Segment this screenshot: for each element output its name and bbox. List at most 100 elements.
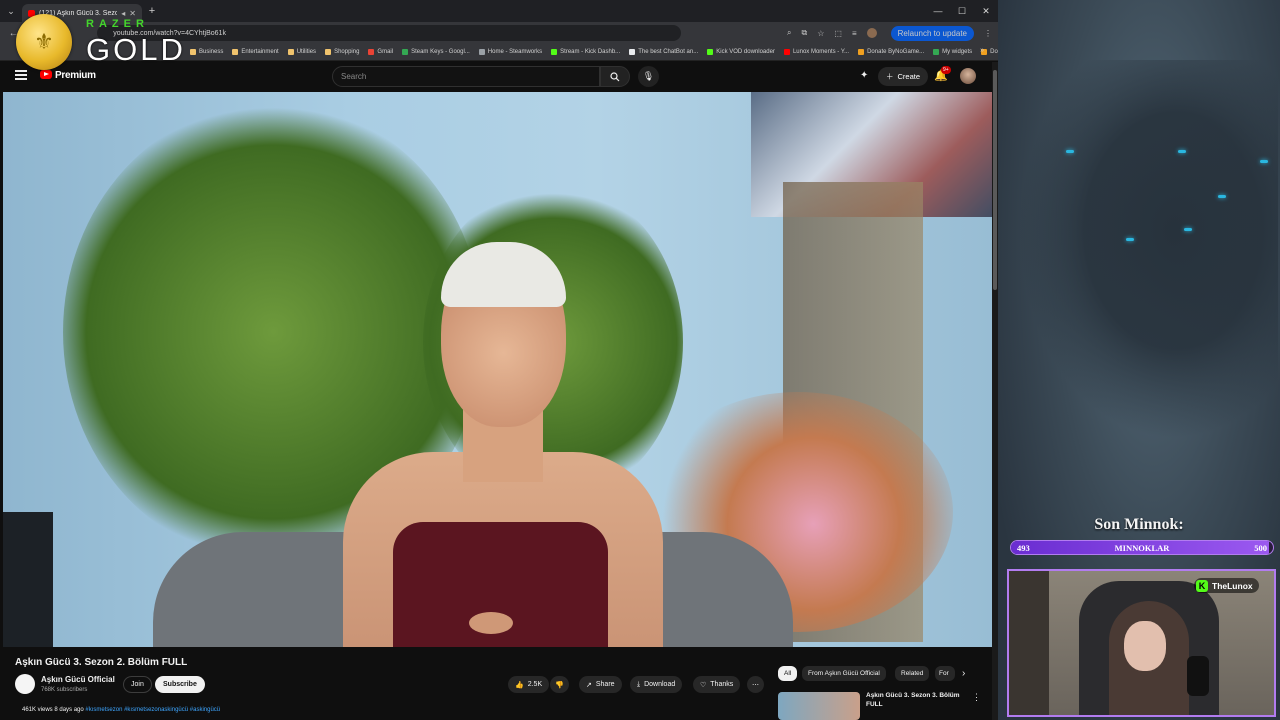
account-avatar[interactable] xyxy=(960,68,976,84)
search-icon xyxy=(610,71,620,81)
bookmark-favicon-icon xyxy=(933,49,940,55)
bookmark-favicon-icon xyxy=(287,49,294,55)
chevron-right-icon[interactable]: › xyxy=(962,668,965,679)
kick-username: TheLunox xyxy=(1212,580,1253,591)
bookmark-item[interactable]: Shopping xyxy=(325,49,359,55)
goal-progress-bar: 493 MINNOKLAR 500 xyxy=(1010,540,1274,555)
bookmark-favicon-icon xyxy=(232,49,239,55)
kick-username-badge: K TheLunox xyxy=(1194,578,1259,593)
bookmark-item[interactable]: Entertainment xyxy=(232,49,279,55)
address-bar-actions: ⌕ ⧉ ☆ ⬚ ≡ Relaunch to update ⋮ xyxy=(787,25,992,41)
tab-search-icon[interactable]: ⌄ xyxy=(0,0,22,22)
profile-avatar[interactable] xyxy=(866,28,877,38)
cast-icon[interactable]: ✦ xyxy=(860,70,868,81)
bookmark-label: The best ChatBot an... xyxy=(638,49,699,55)
thumbs-up-icon: 👍 xyxy=(515,681,524,689)
download-icon: ⤓ xyxy=(637,680,641,688)
recommendation-more-icon[interactable]: ⋮ xyxy=(972,692,981,703)
like-button[interactable]: 👍 2.5K xyxy=(508,676,550,693)
window-controls: — ☐ ✕ xyxy=(926,0,998,22)
bookmark-item[interactable]: Gmail xyxy=(368,49,393,55)
join-button[interactable]: Join xyxy=(123,676,152,693)
bookmark-star-icon[interactable]: ☆ xyxy=(817,29,824,38)
recommendation-thumbnail[interactable] xyxy=(778,692,860,720)
minimize-icon[interactable]: — xyxy=(926,0,950,22)
create-label: Create xyxy=(897,72,921,81)
bookmark-favicon-icon xyxy=(190,49,196,55)
bookmark-item[interactable]: Steam Keys - Googl... xyxy=(402,49,470,55)
notification-count-badge: 9+ xyxy=(941,66,951,74)
stream-overlay: Son Minnok: 493 MINNOKLAR 500 K TheLunox xyxy=(998,0,1280,720)
media-controls-icon[interactable]: ≡ xyxy=(852,29,857,38)
chip-for-you[interactable]: For xyxy=(935,666,955,681)
razer-gold-coin-icon: ⚜ xyxy=(16,14,72,70)
tab-close-icon[interactable]: ✕ xyxy=(129,9,136,18)
menu-icon[interactable] xyxy=(15,70,27,80)
webcam-frame: K TheLunox xyxy=(1007,569,1276,717)
scrollbar-thumb[interactable] xyxy=(993,70,997,290)
bookmark-item[interactable]: Kick VOD downloader xyxy=(707,49,775,55)
dragon-glow-mark xyxy=(1218,195,1226,198)
search-input[interactable]: Search xyxy=(332,66,600,87)
chip-related[interactable]: Related xyxy=(895,666,930,681)
bookmarks-overflow-icon[interactable]: » xyxy=(980,47,984,54)
channel-avatar[interactable] xyxy=(15,674,35,694)
search-button[interactable] xyxy=(600,66,630,87)
browser-window: ⌄ (121) Aşkın Gücü 3. Sezon 2 ◂ ✕ + — ☐ … xyxy=(0,0,998,720)
bookmark-favicon-icon xyxy=(402,49,409,55)
bookmark-item[interactable]: Stream - Kick Dashb... xyxy=(551,49,620,55)
dragon-glow-mark xyxy=(1260,160,1268,163)
thanks-button[interactable]: ♡ Thanks xyxy=(693,676,741,693)
thanks-label: Thanks xyxy=(710,681,734,688)
tab-mute-icon[interactable]: ◂ xyxy=(121,9,125,18)
channel-name[interactable]: Aşkın Gücü Official xyxy=(41,675,115,684)
screen: ⌄ (121) Aşkın Gücü 3. Sezon 2 ◂ ✕ + — ☐ … xyxy=(0,0,1280,720)
share-button[interactable]: ↗ Share xyxy=(579,676,622,693)
create-button[interactable]: ＋ Create xyxy=(878,67,929,86)
zoom-icon[interactable]: ⌕ xyxy=(787,28,791,38)
subscribe-button[interactable]: Subscribe xyxy=(155,676,205,693)
razer-brand-label: RAZER xyxy=(86,18,149,30)
video-title: Aşkın Gücü 3. Sezon 2. Bölüm FULL xyxy=(15,657,188,668)
dragon-artwork xyxy=(1018,60,1278,440)
bookmark-item[interactable]: Lunox Moments - Y... xyxy=(783,49,850,55)
bookmark-favicon-icon xyxy=(783,49,790,55)
video-player[interactable] xyxy=(3,92,992,647)
maximize-icon[interactable]: ☐ xyxy=(950,0,974,22)
browser-menu-icon[interactable]: ⋮ xyxy=(984,29,992,38)
video-dress-cutout xyxy=(469,612,513,634)
bookmark-item[interactable]: Utilities xyxy=(287,49,316,55)
new-tab-button[interactable]: + xyxy=(142,5,162,17)
bookmark-item[interactable]: Donate ByNoGame... xyxy=(858,49,924,55)
chip-from-channel[interactable]: From Aşkın Gücü Official xyxy=(802,666,886,681)
tab-strip: ⌄ (121) Aşkın Gücü 3. Sezon 2 ◂ ✕ + — ☐ … xyxy=(0,0,998,22)
recommendation-title[interactable]: Aşkın Gücü 3. Sezon 3. Bölüm FULL xyxy=(866,691,966,709)
bookmark-item[interactable]: My widgets xyxy=(933,49,972,55)
bookmark-item[interactable]: Business xyxy=(190,49,223,55)
thumbs-down-icon: 👎 xyxy=(555,681,564,689)
bookmark-favicon-icon xyxy=(551,49,558,55)
more-actions-button[interactable]: ⋯ xyxy=(747,676,764,693)
share-icon: ↗ xyxy=(586,681,592,689)
bookmark-item[interactable]: Home - Steamworks xyxy=(478,49,542,55)
youtube-logo-icon[interactable] xyxy=(40,70,52,79)
voice-search-icon[interactable]: 🎙 xyxy=(638,66,659,87)
bookmark-label: Donate ByNoGame... xyxy=(867,49,925,55)
razer-tier-label: GOLD xyxy=(86,32,186,67)
close-window-icon[interactable]: ✕ xyxy=(974,0,998,22)
video-description-preview[interactable]: 461K views 8 days ago #kısmetsezon #kısm… xyxy=(22,707,220,713)
dragon-glow-mark xyxy=(1184,228,1192,231)
install-app-icon[interactable]: ⧉ xyxy=(801,28,807,38)
video-left-furniture xyxy=(3,512,53,647)
bookmark-favicon-icon xyxy=(368,49,375,55)
hashtags[interactable]: #kısmetsezon #kısmetsezonaskingücü #aski… xyxy=(85,707,220,713)
extensions-icon[interactable]: ⬚ xyxy=(834,29,842,38)
bookmark-label: Shopping xyxy=(334,49,360,55)
dislike-button[interactable]: 👎 xyxy=(550,676,569,693)
bookmark-item[interactable]: The best ChatBot an... xyxy=(629,49,698,55)
youtube-premium-label[interactable]: Premium xyxy=(55,70,96,81)
relaunch-button[interactable]: Relaunch to update xyxy=(890,25,974,41)
bookmark-label: Lunox Moments - Y... xyxy=(792,49,850,55)
download-button[interactable]: ⤓ Download xyxy=(630,676,683,693)
chip-all[interactable]: All xyxy=(778,666,798,681)
